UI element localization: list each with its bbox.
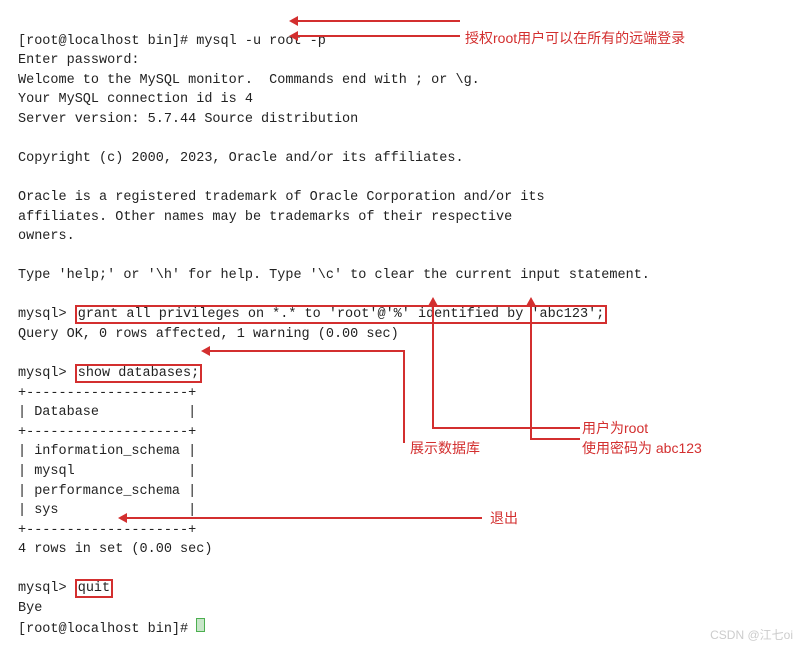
out: 4 rows in set (0.00 sec) xyxy=(18,542,212,557)
out: Enter password: xyxy=(18,53,140,68)
mysql-prompt: mysql> xyxy=(18,581,75,596)
tbl-border: +--------------------+ xyxy=(18,425,196,440)
watermark: CSDN @江七oi xyxy=(710,627,793,644)
prompt: [root@localhost bin]# xyxy=(18,34,196,49)
arrow-head xyxy=(118,513,127,523)
cmd-grant: grant all privileges on *.* to 'root'@'%… xyxy=(75,305,608,324)
mysql-prompt: mysql> xyxy=(18,307,75,322)
arrow-line xyxy=(295,35,460,37)
annotation-user2: 使用密码为 abc123 xyxy=(582,438,702,458)
tbl-border: +--------------------+ xyxy=(18,386,196,401)
mysql-prompt: mysql> xyxy=(18,366,75,381)
arrow-line xyxy=(295,20,460,22)
annotation-quit: 退出 xyxy=(490,508,518,528)
tbl-row: | information_schema | xyxy=(18,444,196,459)
out: Query OK, 0 rows affected, 1 warning (0.… xyxy=(18,327,399,342)
out: Your MySQL connection id is 4 xyxy=(18,92,253,107)
cursor xyxy=(196,618,205,632)
arrow-head xyxy=(428,297,438,306)
arrow-head xyxy=(526,297,536,306)
arrow-line xyxy=(403,350,405,443)
cmd-quit: quit xyxy=(75,579,113,598)
prompt: [root@localhost bin]# xyxy=(18,622,196,637)
out: Welcome to the MySQL monitor. Commands e… xyxy=(18,73,480,88)
tbl-row: | performance_schema | xyxy=(18,484,196,499)
arrow-line xyxy=(125,517,482,519)
out: Type 'help;' or '\h' for help. Type '\c'… xyxy=(18,268,650,283)
out: Server version: 5.7.44 Source distributi… xyxy=(18,112,358,127)
annotation-user1: 用户为root xyxy=(582,418,648,438)
arrow-head xyxy=(201,346,210,356)
tbl-row: | mysql | xyxy=(18,464,196,479)
cmd-show-databases: show databases; xyxy=(75,364,203,383)
out: Copyright (c) 2000, 2023, Oracle and/or … xyxy=(18,151,464,166)
tbl-border: +--------------------+ xyxy=(18,523,196,538)
arrow-head xyxy=(289,16,298,26)
tbl-row: | sys | xyxy=(18,503,196,518)
annotation-top: 授权root用户可以在所有的远端登录 xyxy=(465,28,685,48)
out: Oracle is a registered trademark of Orac… xyxy=(18,190,545,205)
arrow-line xyxy=(208,350,403,352)
annotation-show: 展示数据库 xyxy=(410,438,480,458)
tbl-header: | Database | xyxy=(18,405,196,420)
arrow-line xyxy=(432,303,434,427)
out: affiliates. Other names may be trademark… xyxy=(18,210,512,225)
arrow-line xyxy=(432,427,580,429)
terminal-output: [root@localhost bin]# mysql -u root -p E… xyxy=(18,12,789,640)
out: owners. xyxy=(18,229,75,244)
arrow-line xyxy=(530,438,580,440)
arrow-head xyxy=(289,31,298,41)
out: Bye xyxy=(18,601,42,616)
arrow-line xyxy=(530,303,532,438)
